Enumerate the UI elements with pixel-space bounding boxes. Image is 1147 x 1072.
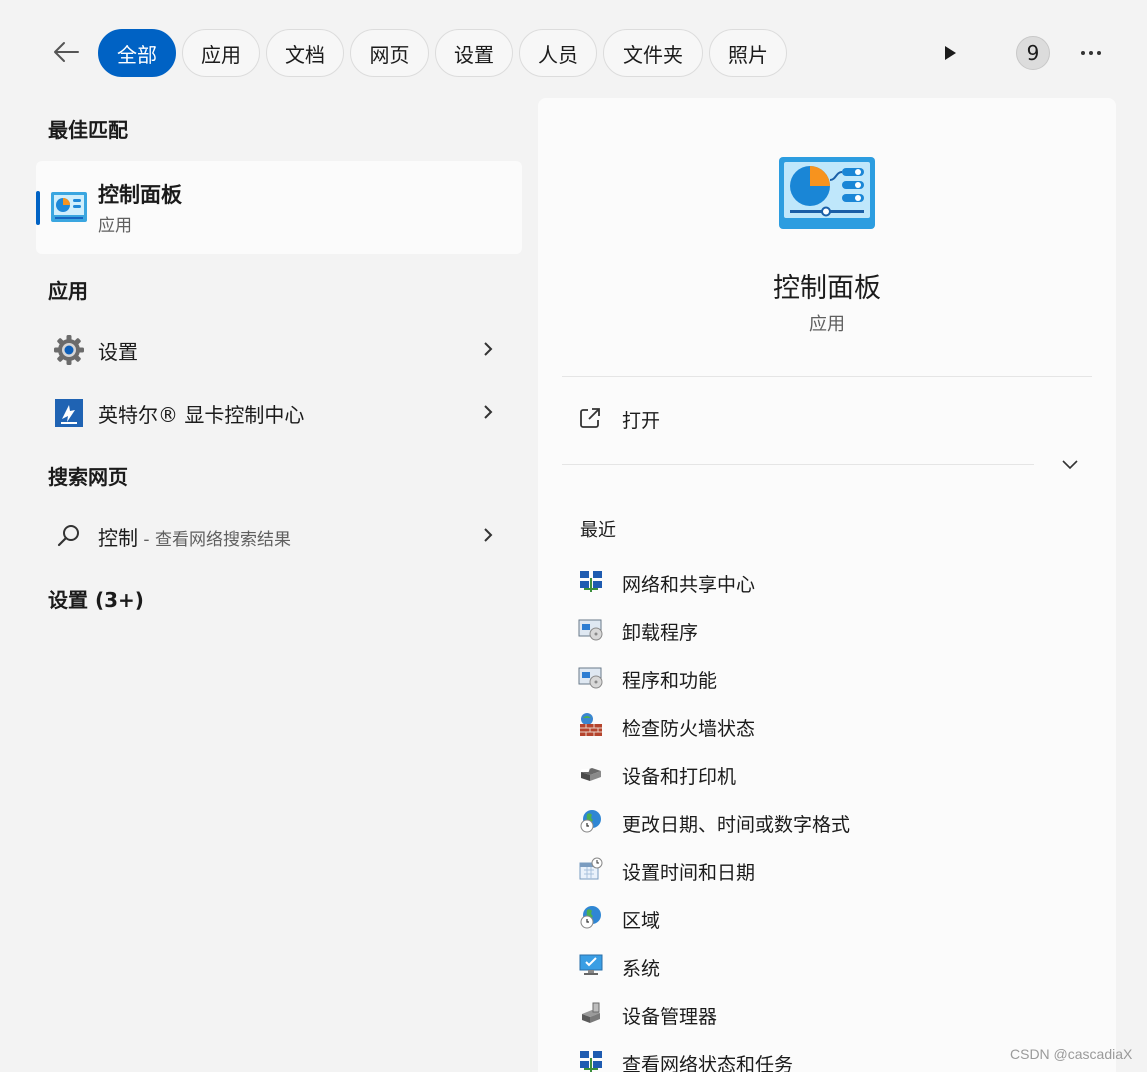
chevron-right-icon[interactable] xyxy=(478,524,498,546)
more-icon xyxy=(1081,51,1101,55)
selection-indicator xyxy=(36,191,40,225)
recent-heading: 最近 xyxy=(580,520,616,541)
more-filters-button[interactable] xyxy=(935,38,965,68)
apps-heading: 应用 xyxy=(48,279,88,303)
recent-item-label: 设置时间和日期 xyxy=(622,862,756,884)
recent-item-label: 卸载程序 xyxy=(622,622,699,644)
programs-icon xyxy=(578,667,603,689)
web-search-label: 控制 - 查看网络搜索结果 xyxy=(98,522,291,551)
settings-section-heading[interactable]: 设置 (3+) xyxy=(48,584,144,613)
open-action[interactable]: 打开 xyxy=(562,394,1092,444)
filter-bar: 全部 应用 文档 网页 设置 人员 文件夹 照片 9 xyxy=(0,0,1147,100)
count-badge[interactable]: 9 xyxy=(1016,36,1050,70)
tab-all[interactable]: 全部 xyxy=(98,29,176,77)
tab-people[interactable]: 人员 xyxy=(519,29,597,77)
open-external-icon xyxy=(578,406,602,430)
recent-item[interactable]: 程序和功能 xyxy=(562,656,1092,700)
search-icon xyxy=(52,519,86,553)
more-options-button[interactable] xyxy=(1074,38,1108,68)
preview-title: 控制面板 xyxy=(773,273,881,304)
preview-panel: 控制面板 应用 打开 最近 网络和共享中心 卸载程序 程序和功能 检查防火墙状态… xyxy=(538,98,1116,1072)
recent-item[interactable]: 检查防火墙状态 xyxy=(562,704,1092,748)
recent-item-label: 检查防火墙状态 xyxy=(622,718,756,740)
chevron-down-icon xyxy=(1062,460,1078,470)
expand-button[interactable] xyxy=(1056,454,1084,476)
network-icon xyxy=(580,571,602,592)
programs-icon xyxy=(578,619,603,641)
chevron-right-icon[interactable] xyxy=(478,401,498,423)
back-arrow-icon xyxy=(54,42,79,62)
control-panel-icon xyxy=(50,191,88,223)
tab-web[interactable]: 网页 xyxy=(350,29,429,77)
best-match-card[interactable]: 控制面板 应用 xyxy=(36,161,522,254)
intel-graphics-icon xyxy=(52,396,86,430)
tab-photos[interactable]: 照片 xyxy=(709,29,787,77)
play-icon xyxy=(945,46,956,60)
globe-clock-icon xyxy=(580,810,601,833)
app-item-intel-graphics[interactable]: 英特尔® 显卡控制中心 xyxy=(36,384,522,440)
recent-item-label: 网络和共享中心 xyxy=(622,574,756,596)
firewall-icon xyxy=(580,713,602,736)
recent-item[interactable]: 网络和共享中心 xyxy=(562,560,1092,604)
open-label: 打开 xyxy=(622,410,661,432)
recent-item[interactable]: 系统 xyxy=(562,944,1092,988)
recent-item[interactable]: 设备和打印机 xyxy=(562,752,1092,796)
app-item-label: 英特尔® 显卡控制中心 xyxy=(98,403,305,427)
web-search-heading: 搜索网页 xyxy=(48,465,128,489)
web-search-suffix: - 查看网络搜索结果 xyxy=(138,530,291,550)
recent-item-label: 更改日期、时间或数字格式 xyxy=(622,814,851,836)
recent-item-label: 查看网络状态和任务 xyxy=(622,1054,794,1072)
preview-subtitle: 应用 xyxy=(809,314,845,335)
app-item-settings[interactable]: 设置 xyxy=(36,321,522,377)
recent-item[interactable]: 设备管理器 xyxy=(562,992,1092,1036)
calendar-clock-icon xyxy=(579,857,603,880)
network-icon xyxy=(580,1051,602,1072)
recent-item[interactable]: 更改日期、时间或数字格式 xyxy=(562,800,1092,844)
printer-icon xyxy=(580,768,601,781)
best-match-title: 控制面板 xyxy=(98,183,182,207)
tab-apps[interactable]: 应用 xyxy=(182,29,260,77)
best-match-subtitle: 应用 xyxy=(98,216,132,236)
web-search-query: 控制 xyxy=(98,526,138,550)
recent-item[interactable]: 卸载程序 xyxy=(562,608,1092,652)
tab-folders[interactable]: 文件夹 xyxy=(603,29,703,77)
recent-item-label: 设备和打印机 xyxy=(622,766,737,788)
globe-clock-icon xyxy=(580,906,601,929)
divider xyxy=(562,376,1092,377)
back-button[interactable] xyxy=(48,34,84,70)
recent-item[interactable]: 设置时间和日期 xyxy=(562,848,1092,892)
app-item-label: 设置 xyxy=(98,340,138,364)
system-monitor-icon xyxy=(579,954,603,975)
device-manager-icon xyxy=(582,1002,600,1023)
recent-item-label: 系统 xyxy=(622,958,661,980)
tab-documents[interactable]: 文档 xyxy=(266,29,344,77)
gear-icon xyxy=(52,333,86,367)
recent-item-label: 程序和功能 xyxy=(622,670,718,692)
best-match-heading: 最佳匹配 xyxy=(48,118,128,142)
recent-item-label: 设备管理器 xyxy=(622,1006,718,1028)
web-search-item[interactable]: 控制 - 查看网络搜索结果 xyxy=(36,507,522,563)
divider xyxy=(562,464,1034,465)
tab-settings[interactable]: 设置 xyxy=(435,29,513,77)
recent-item[interactable]: 区域 xyxy=(562,896,1092,940)
chevron-right-icon[interactable] xyxy=(478,338,498,360)
control-panel-icon xyxy=(778,156,876,230)
watermark: CSDN @cascadiaX xyxy=(1010,1046,1133,1062)
recent-item-label: 区域 xyxy=(622,910,661,932)
